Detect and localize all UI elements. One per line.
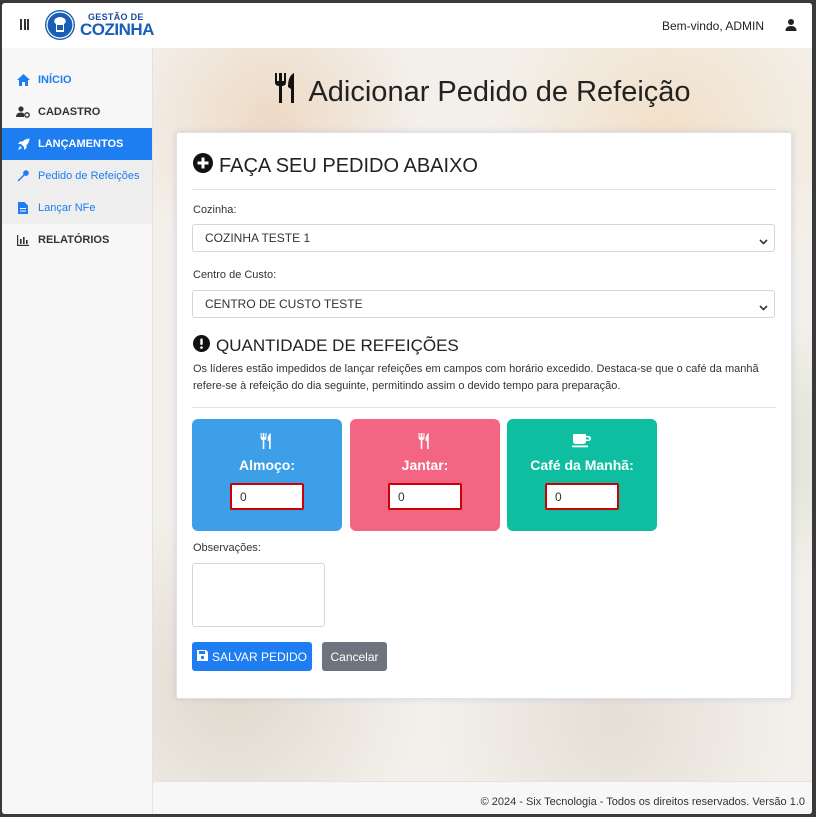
divider	[192, 407, 776, 408]
footer: © 2024 - Six Tecnologia - Todos os direi…	[153, 781, 812, 814]
plus-circle-icon	[193, 153, 213, 179]
exclamation-circle-icon	[193, 335, 210, 357]
sidebar-item-label: Lançar NFe	[38, 202, 96, 214]
form-heading-text: FAÇA SEU PEDIDO ABAIXO	[219, 154, 478, 177]
meal-card-jantar: Jantar:	[350, 419, 500, 531]
save-order-label: SALVAR PEDIDO	[212, 649, 307, 664]
sidebar-item-relatorios[interactable]: RELATÓRIOS	[2, 224, 152, 256]
utensils-icon	[274, 73, 300, 111]
page-title-text: Adicionar Pedido de Refeição	[308, 75, 691, 108]
form-heading: FAÇA SEU PEDIDO ABAIXO	[193, 153, 478, 179]
utensils-icon	[350, 433, 500, 449]
kitchen-label: Cozinha:	[193, 204, 237, 216]
meal-label: Almoço:	[239, 457, 295, 473]
cost-center-select-value: CENTRO DE CUSTO TESTE	[205, 297, 363, 311]
footer-text: © 2024 - Six Tecnologia - Todos os direi…	[480, 796, 805, 808]
user-cog-icon	[16, 105, 30, 119]
home-icon	[16, 73, 30, 87]
quantity-heading: QUANTIDADE DE REFEIÇÕES	[193, 335, 459, 357]
observations-textarea[interactable]	[192, 563, 325, 627]
sidebar-item-lancamentos[interactable]: LANÇAMENTOS	[2, 128, 152, 160]
cancel-button[interactable]: Cancelar	[322, 642, 387, 671]
cancel-label: Cancelar	[330, 649, 379, 664]
coffee-icon	[507, 433, 657, 448]
logo-icon[interactable]	[45, 10, 75, 40]
sidebar-item-inicio[interactable]: INÍCIO	[2, 64, 152, 96]
save-icon	[197, 649, 209, 664]
chart-icon	[16, 233, 30, 247]
wrench-icon	[16, 169, 30, 183]
top-navbar: GESTÃO DE COZINHA Bem-vindo, ADMIN	[2, 3, 812, 49]
sidebar-item-label: Pedido de Refeições	[38, 170, 140, 182]
sidebar: INÍCIO CADASTRO LANÇAMENTOS Pedido de Re…	[2, 48, 153, 814]
page-title: Adicionar Pedido de Refeição	[153, 73, 812, 111]
utensils-icon	[192, 433, 342, 449]
kitchen-select[interactable]: COZINHA TESTE 1	[192, 224, 775, 252]
meal-label: Café da Manhã:	[530, 457, 634, 473]
cafe-quantity-input[interactable]	[545, 483, 619, 510]
kitchen-select-value: COZINHA TESTE 1	[205, 231, 311, 245]
rocket-icon	[16, 137, 30, 151]
save-order-button[interactable]: SALVAR PEDIDO	[192, 642, 312, 671]
almoco-quantity-input[interactable]	[230, 483, 304, 510]
sidebar-item-label: CADASTRO	[38, 106, 101, 118]
chevron-down-icon	[759, 234, 768, 248]
order-form-card: FAÇA SEU PEDIDO ABAIXO Cozinha: COZINHA …	[176, 132, 792, 699]
quantity-description: Os líderes estão impedidos de lançar ref…	[193, 363, 759, 392]
cost-center-select[interactable]: CENTRO DE CUSTO TESTE	[192, 290, 775, 318]
sidebar-item-label: LANÇAMENTOS	[38, 138, 124, 150]
sidebar-item-cadastro[interactable]: CADASTRO	[2, 96, 152, 128]
quantity-heading-text: QUANTIDADE DE REFEIÇÕES	[216, 336, 459, 355]
observations-label: Observações:	[193, 542, 261, 554]
divider	[192, 189, 776, 190]
jantar-quantity-input[interactable]	[388, 483, 462, 510]
meal-card-almoco: Almoço:	[192, 419, 342, 531]
meal-label: Jantar:	[401, 457, 449, 473]
user-icon[interactable]	[784, 18, 798, 32]
logo-text-line2: COZINHA	[80, 20, 154, 39]
sidebar-item-pedido-refeicoes[interactable]: Pedido de Refeições	[2, 160, 152, 192]
file-icon	[16, 201, 30, 215]
meal-card-cafe-da-manha: Café da Manhã:	[507, 419, 657, 531]
sidebar-item-label: RELATÓRIOS	[38, 234, 110, 246]
sidebar-item-label: INÍCIO	[38, 74, 72, 86]
chevron-down-icon	[759, 300, 768, 314]
welcome-text: Bem-vindo, ADMIN	[661, 19, 764, 33]
cost-center-label: Centro de Custo:	[193, 269, 277, 281]
menu-toggle-icon[interactable]	[20, 19, 29, 30]
sidebar-item-lancar-nfe[interactable]: Lançar NFe	[2, 192, 152, 224]
app-window: GESTÃO DE COZINHA Bem-vindo, ADMIN INÍCI…	[2, 3, 812, 814]
